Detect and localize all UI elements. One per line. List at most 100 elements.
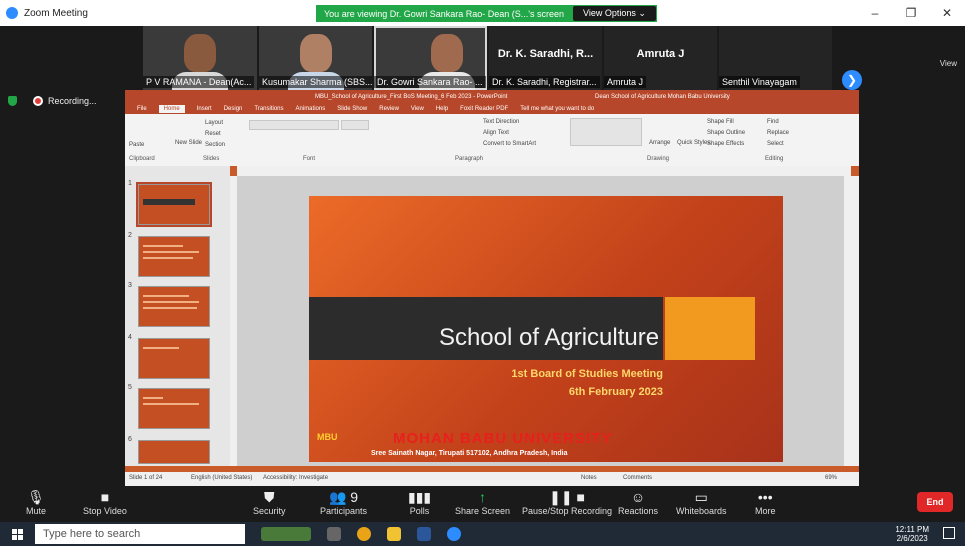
paste-button[interactable]: Paste — [129, 142, 144, 148]
polls-button[interactable]: ▮▮▮ Polls — [408, 488, 431, 516]
arrange-button[interactable]: Arrange — [649, 140, 670, 146]
layout-button[interactable]: Layout — [205, 120, 223, 126]
tab-design[interactable]: Design — [224, 106, 243, 112]
reset-button[interactable]: Reset — [205, 131, 221, 137]
security-button[interactable]: ⛊ Security — [253, 488, 286, 516]
close-button[interactable]: ✕ — [929, 0, 965, 26]
reactions-button[interactable]: ☺ Reactions — [618, 488, 658, 516]
language[interactable]: English (United States) — [191, 475, 252, 481]
view-button[interactable]: View — [940, 59, 957, 68]
tell-me-box[interactable]: Tell me what you want to do — [520, 106, 594, 112]
current-slide[interactable]: School of Agriculture 1st Board of Studi… — [309, 196, 783, 462]
select-button[interactable]: Select — [767, 141, 784, 147]
video-tile[interactable]: Kusumakar Sharma (SBS... — [259, 26, 372, 90]
tab-foxit[interactable]: Foxit Reader PDF — [460, 106, 508, 112]
video-tile-active-speaker[interactable]: Dr. Gowri Sankara Rao- ... — [374, 26, 487, 90]
zoom-taskbar-icon[interactable] — [447, 527, 461, 541]
ppt-ribbon-tabs: File Home Insert Design Transitions Anim… — [125, 103, 859, 114]
video-tile[interactable]: Amruta J Amruta J — [604, 26, 717, 90]
tab-view[interactable]: View — [411, 106, 424, 112]
chrome-icon[interactable] — [357, 527, 371, 541]
participants-button[interactable]: 👥 9 Participants — [320, 488, 367, 516]
slide-number: 3 — [128, 282, 132, 289]
paragraph-group-label: Paragraph — [455, 156, 484, 162]
reactions-icon: ☺ — [630, 489, 646, 505]
tab-review[interactable]: Review — [379, 106, 399, 112]
university-logo: MBU — [317, 432, 338, 442]
participant-video — [431, 34, 464, 72]
font-name-field[interactable] — [249, 120, 339, 130]
end-meeting-button[interactable]: End — [917, 492, 953, 512]
windows-start-icon[interactable] — [12, 528, 23, 540]
stop-video-button[interactable]: ■ Stop Video — [83, 488, 127, 516]
slide-number: 6 — [128, 436, 132, 443]
tab-file[interactable]: File — [137, 106, 147, 112]
maximize-button[interactable]: ❐ — [893, 0, 929, 26]
slide-thumbnail[interactable] — [138, 338, 210, 379]
slides-group-label: Slides — [203, 156, 220, 162]
text-direction-button[interactable]: Text Direction — [483, 119, 519, 125]
file-explorer-icon[interactable] — [387, 527, 401, 541]
ppt-status-bar: Slide 1 of 24 English (United States) Ac… — [125, 472, 859, 486]
tab-animations[interactable]: Animations — [296, 106, 326, 112]
shapes-gallery[interactable] — [570, 118, 642, 146]
participant-name: Dr. Gowri Sankara Rao- ... — [374, 76, 486, 88]
slide-number: 2 — [128, 232, 132, 239]
tab-transitions[interactable]: Transitions — [254, 106, 283, 112]
participant-name: Senthil Vinayagam — [719, 76, 800, 88]
zoom-level[interactable]: 69% — [825, 475, 837, 481]
tab-slide-show[interactable]: Slide Show — [337, 106, 367, 112]
replace-button[interactable]: Replace — [767, 130, 789, 136]
share-screen-button[interactable]: ↑ Share Screen — [455, 488, 510, 516]
vertical-scrollbar[interactable] — [844, 176, 859, 466]
new-slide-button[interactable]: New Slide — [175, 140, 202, 146]
window-title: Zoom Meeting — [24, 7, 88, 19]
find-button[interactable]: Find — [767, 119, 779, 125]
mute-button[interactable]: 🎙 Mute — [26, 488, 46, 516]
clock-time: 12:11 PM — [895, 525, 929, 534]
slide-thumbnail[interactable] — [138, 388, 210, 429]
system-clock[interactable]: 12:11 PM 2/6/2023 — [895, 525, 929, 543]
slide-thumbnail[interactable] — [138, 236, 210, 277]
more-button[interactable]: ••• More — [755, 488, 776, 516]
convert-smartart-button[interactable]: Convert to SmartArt — [483, 141, 536, 147]
slide-number: 5 — [128, 384, 132, 391]
word-icon[interactable] — [417, 527, 431, 541]
slide-thumbnail[interactable] — [136, 182, 212, 227]
shape-fill-button[interactable]: Shape Fill — [707, 119, 734, 125]
minimize-button[interactable]: – — [857, 0, 893, 26]
font-size-field[interactable] — [341, 120, 369, 130]
taskbar-search-input[interactable]: Type here to search — [35, 524, 245, 544]
slide-count: Slide 1 of 24 — [129, 475, 163, 481]
video-tile[interactable]: P V RAMANA - Dean(Ac... — [143, 26, 257, 90]
slide-thumbnail[interactable] — [138, 440, 210, 464]
clipboard-group-label: Clipboard — [129, 156, 155, 162]
tab-home[interactable]: Home — [158, 104, 185, 113]
shape-effects-button[interactable]: Shape Effects — [707, 141, 744, 147]
whiteboards-button[interactable]: ▭ Whiteboards — [676, 488, 727, 516]
next-page-button[interactable]: ❯ — [842, 70, 862, 90]
section-button[interactable]: Section — [205, 142, 225, 148]
video-tile[interactable]: Senthil Vinayagam — [719, 26, 832, 90]
accessibility-status[interactable]: Accessibility: Investigate — [263, 475, 328, 481]
tab-insert[interactable]: Insert — [197, 106, 212, 112]
notification-icon[interactable] — [943, 527, 955, 539]
tab-help[interactable]: Help — [436, 106, 448, 112]
task-view-icon[interactable] — [327, 527, 341, 541]
align-text-button[interactable]: Align Text — [483, 130, 509, 136]
quick-styles-button[interactable]: Quick Styles — [677, 140, 710, 146]
shared-powerpoint-window: MBU_School of Agriculture_First BoS Meet… — [125, 90, 859, 486]
video-tile[interactable]: Dr. K. Saradhi, R... Dr. K. Saradhi, Reg… — [489, 26, 602, 90]
weather-widget-icon[interactable] — [261, 527, 311, 541]
slide-title: School of Agriculture — [438, 324, 660, 351]
font-group-label: Font — [303, 156, 316, 162]
whiteboard-icon: ▭ — [694, 489, 708, 505]
view-options-button[interactable]: View Options ⌄ — [573, 6, 656, 21]
comments-button[interactable]: Comments — [623, 475, 652, 481]
slide-subtitle-date: 6th February 2023 — [568, 386, 663, 398]
windows-taskbar: Type here to search 12:11 PM 2/6/2023 — [0, 522, 965, 546]
notes-button[interactable]: Notes — [581, 475, 597, 481]
pause-stop-recording-button[interactable]: ❚❚ ■ Pause/Stop Recording — [522, 488, 612, 516]
slide-thumbnail[interactable] — [138, 286, 210, 327]
shape-outline-button[interactable]: Shape Outline — [707, 130, 745, 136]
